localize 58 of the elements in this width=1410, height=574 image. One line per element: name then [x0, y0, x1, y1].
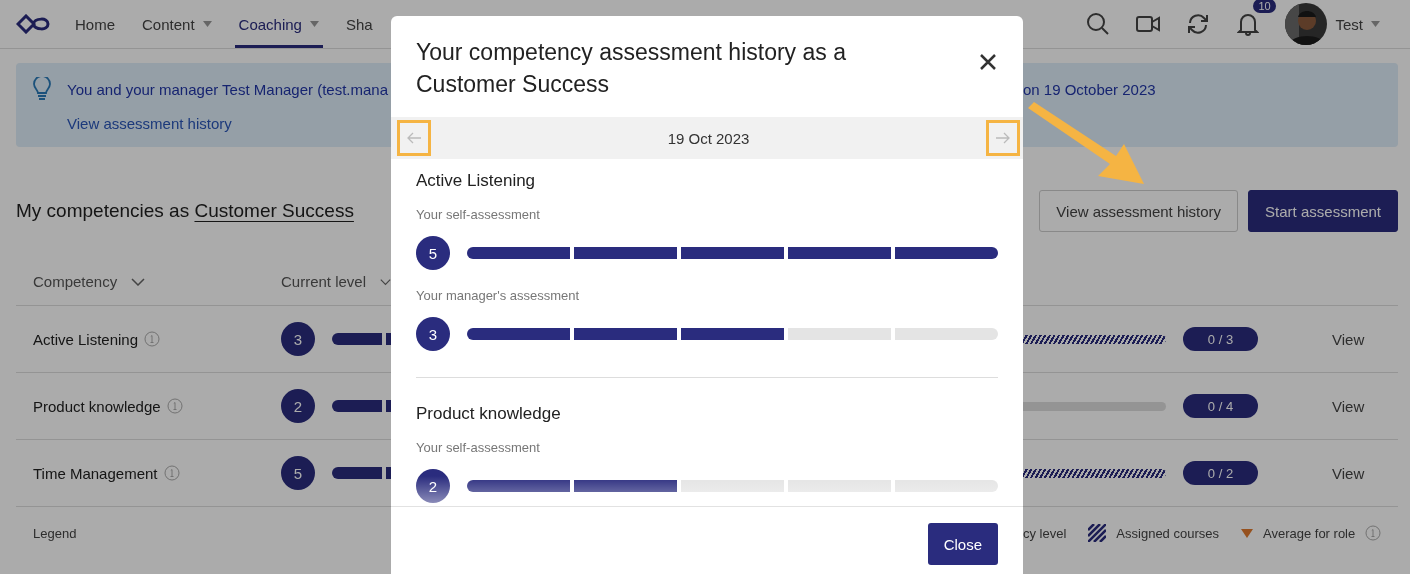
- legend-label: cy level: [1023, 525, 1067, 541]
- page-heading: My competencies as Customer Success: [16, 200, 354, 222]
- assessment-date: 19 Oct 2023: [667, 129, 750, 147]
- start-assessment-button[interactable]: Start assessment: [1248, 190, 1398, 232]
- view-link[interactable]: View: [1332, 464, 1365, 482]
- logo-icon[interactable]: [16, 14, 50, 34]
- assessment-label: Your self-assessment: [416, 207, 541, 222]
- competency-title: Product knowledge: [416, 404, 562, 424]
- assessment-label: Your manager's assessment: [416, 288, 581, 303]
- level-segment: [332, 333, 382, 345]
- level-badge: 5: [281, 456, 315, 490]
- banner-message: You and your manager Test Manager (test.mana: [67, 80, 390, 98]
- hatch-icon: [1088, 524, 1107, 542]
- chevron-down-icon[interactable]: [380, 277, 391, 286]
- competency-name: Active Listening: [33, 330, 139, 348]
- competency-title: Active Listening: [416, 171, 537, 191]
- level-badge: 2: [416, 469, 450, 503]
- level-segment: [332, 467, 382, 479]
- arrow-right-icon: [995, 132, 1011, 144]
- role-link[interactable]: Customer Success: [194, 200, 354, 221]
- user-menu[interactable]: Test: [1285, 3, 1380, 45]
- courses-count: 0 / 3: [1183, 327, 1258, 351]
- legend-label: Assigned courses: [1116, 525, 1219, 541]
- column-header[interactable]: Current level: [281, 273, 391, 290]
- competency-name: Product knowledge: [33, 397, 161, 415]
- dialog-title: Your competency assessment history as a Customer Success: [416, 38, 847, 99]
- level-badge: 3: [281, 322, 315, 356]
- view-link[interactable]: View: [1332, 330, 1365, 348]
- caret-icon: [1371, 21, 1380, 27]
- view-history-link[interactable]: View assessment history: [67, 114, 391, 132]
- legend-label: Average for role: [1263, 525, 1356, 541]
- courses-count: 0 / 2: [1183, 461, 1258, 485]
- caret-icon: [202, 21, 212, 27]
- bell-icon[interactable]: [1237, 12, 1260, 36]
- caret-icon: [309, 21, 319, 27]
- notification-badge: 10: [1253, 0, 1276, 13]
- column-header[interactable]: Competency: [33, 273, 264, 290]
- lightbulb-icon: [33, 77, 51, 101]
- chevron-down-icon[interactable]: [131, 277, 146, 286]
- level-badge: 5: [416, 236, 450, 270]
- nav-tab[interactable]: Content: [138, 0, 216, 48]
- close-button[interactable]: Close: [927, 523, 998, 565]
- legend-title: Legend: [32, 525, 78, 541]
- close-icon[interactable]: [978, 52, 998, 72]
- view-link[interactable]: View: [1332, 397, 1365, 415]
- assessment-label: Your self-assessment: [416, 440, 541, 455]
- nav-tab[interactable]: Coaching: [234, 0, 323, 48]
- level-badge: 2: [281, 389, 315, 423]
- courses-count: 0 / 4: [1183, 394, 1258, 418]
- view-history-button[interactable]: View assessment history: [1039, 190, 1239, 232]
- banner-message: on 19 October 2023: [1023, 80, 1157, 98]
- arrow-left-icon: [406, 132, 422, 144]
- level-badge: 3: [416, 317, 450, 351]
- nav-tab[interactable]: Home: [71, 0, 119, 48]
- competency-name: Time Management: [33, 464, 158, 482]
- level-segment: [332, 400, 382, 412]
- nav-tab[interactable]: Sha: [341, 0, 377, 48]
- triangle-icon: [1241, 528, 1253, 538]
